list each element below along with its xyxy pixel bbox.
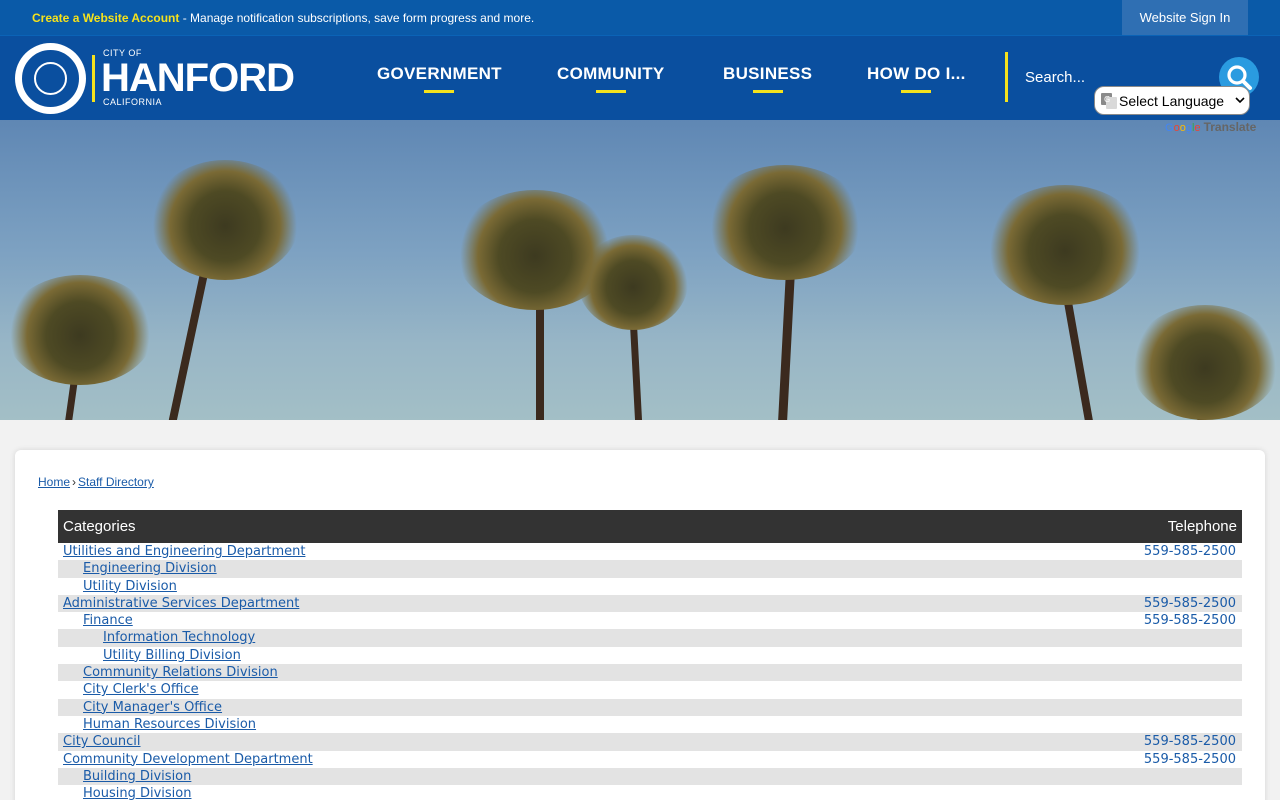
seal-ring bbox=[20, 48, 81, 109]
table-row: City Clerk's Office bbox=[58, 681, 1242, 698]
nav-government[interactable]: GOVERNMENT bbox=[377, 64, 502, 93]
phone-number[interactable]: 559-585-2500 bbox=[1144, 733, 1236, 750]
logo-divider bbox=[92, 55, 95, 102]
table-row: Housing Division bbox=[58, 785, 1242, 800]
account-message-text: - Manage notification subscriptions, sav… bbox=[179, 11, 535, 25]
breadcrumb: Home › Staff Directory bbox=[38, 475, 154, 489]
language-select[interactable]: G Select Language bbox=[1094, 86, 1250, 115]
department-link[interactable]: Community Relations Division bbox=[83, 664, 278, 681]
department-link[interactable]: Housing Division bbox=[83, 785, 191, 800]
table-row: Engineering Division bbox=[58, 560, 1242, 578]
table-row: Utility Billing Division bbox=[58, 647, 1242, 664]
create-account-link[interactable]: Create a Website Account bbox=[32, 11, 179, 25]
site-header: CITY OF HANFORD CALIFORNIA GOVERNMENT CO… bbox=[0, 35, 1280, 120]
column-header-categories: Categories bbox=[63, 518, 136, 535]
table-row: Human Resources Division bbox=[58, 716, 1242, 733]
top-bar: Create a Website Account - Manage notifi… bbox=[0, 0, 1280, 35]
table-row: City Council 559-585-2500 bbox=[58, 733, 1242, 751]
department-link[interactable]: Engineering Division bbox=[83, 560, 217, 577]
google-wordmark: Google bbox=[1165, 122, 1201, 134]
website-sign-in-button[interactable]: Website Sign In bbox=[1122, 0, 1248, 35]
breadcrumb-separator: › bbox=[72, 475, 77, 489]
hero-banner-image bbox=[0, 120, 1280, 420]
phone-number[interactable]: 559-585-2500 bbox=[1144, 751, 1236, 768]
breadcrumb-home[interactable]: Home bbox=[38, 475, 70, 489]
nav-business-label: BUSINESS bbox=[723, 64, 813, 83]
search-divider bbox=[1005, 52, 1008, 102]
phone-number[interactable]: 559-585-2500 bbox=[1144, 612, 1236, 629]
nav-community-label: COMMUNITY bbox=[557, 64, 665, 83]
phone-number[interactable]: 559-585-2500 bbox=[1144, 595, 1236, 612]
department-link[interactable]: Utility Billing Division bbox=[103, 647, 241, 664]
table-row: Community Relations Division bbox=[58, 664, 1242, 682]
nav-community[interactable]: COMMUNITY bbox=[557, 64, 665, 93]
table-row: Finance 559-585-2500 bbox=[58, 612, 1242, 629]
nav-how-do-i[interactable]: HOW DO I... bbox=[867, 64, 966, 93]
nav-how-do-i-label: HOW DO I... bbox=[867, 64, 966, 83]
table-row: Information Technology bbox=[58, 629, 1242, 647]
breadcrumb-staff-directory[interactable]: Staff Directory bbox=[78, 475, 154, 489]
nav-underline bbox=[752, 90, 783, 93]
department-link[interactable]: Utilities and Engineering Department bbox=[63, 543, 305, 560]
translate-label: Translate bbox=[1203, 120, 1257, 134]
department-link[interactable]: City Council bbox=[63, 733, 141, 750]
nav-underline bbox=[424, 90, 455, 93]
seal-emblem-icon bbox=[34, 62, 67, 95]
phone-number[interactable]: 559-585-2500 bbox=[1144, 543, 1236, 560]
nav-government-label: GOVERNMENT bbox=[377, 64, 502, 83]
logo-state: CALIFORNIA bbox=[103, 97, 163, 107]
chevron-down-icon bbox=[1235, 97, 1245, 104]
svg-text:G: G bbox=[1104, 95, 1110, 104]
column-header-telephone: Telephone bbox=[1167, 518, 1237, 535]
table-row: Utilities and Engineering Department 559-… bbox=[58, 543, 1242, 560]
nav-underline bbox=[595, 90, 626, 93]
table-row: Community Development Department 559-585-… bbox=[58, 751, 1242, 768]
language-select-label: Select Language bbox=[1119, 93, 1225, 109]
google-translate-attribution[interactable]: Google Translate bbox=[1165, 120, 1256, 134]
department-link[interactable]: Utility Division bbox=[83, 578, 177, 595]
department-link[interactable]: Human Resources Division bbox=[83, 716, 256, 733]
google-translate-icon: G bbox=[1101, 93, 1117, 109]
nav-business[interactable]: BUSINESS bbox=[723, 64, 813, 93]
department-link[interactable]: Administrative Services Department bbox=[63, 595, 299, 612]
department-link[interactable]: Information Technology bbox=[103, 629, 255, 646]
table-row: Building Division bbox=[58, 767, 1242, 786]
department-link[interactable]: Building Division bbox=[83, 768, 191, 785]
department-link[interactable]: City Manager's Office bbox=[83, 699, 222, 716]
logo-city-name[interactable]: HANFORD bbox=[101, 57, 295, 99]
directory-table-header: Categories Telephone bbox=[58, 510, 1242, 543]
department-link[interactable]: Finance bbox=[83, 612, 133, 629]
nav-underline bbox=[901, 90, 932, 93]
city-seal-logo[interactable] bbox=[15, 43, 86, 114]
table-row: Utility Division bbox=[58, 578, 1242, 595]
table-row: Administrative Services Department 559-58… bbox=[58, 594, 1242, 613]
department-link[interactable]: City Clerk's Office bbox=[83, 681, 199, 698]
table-row: City Manager's Office bbox=[58, 698, 1242, 716]
department-link[interactable]: Community Development Department bbox=[63, 751, 313, 768]
account-message: Create a Website Account - Manage notifi… bbox=[32, 11, 534, 25]
directory-list: Utilities and Engineering Department 559-… bbox=[58, 543, 1242, 800]
